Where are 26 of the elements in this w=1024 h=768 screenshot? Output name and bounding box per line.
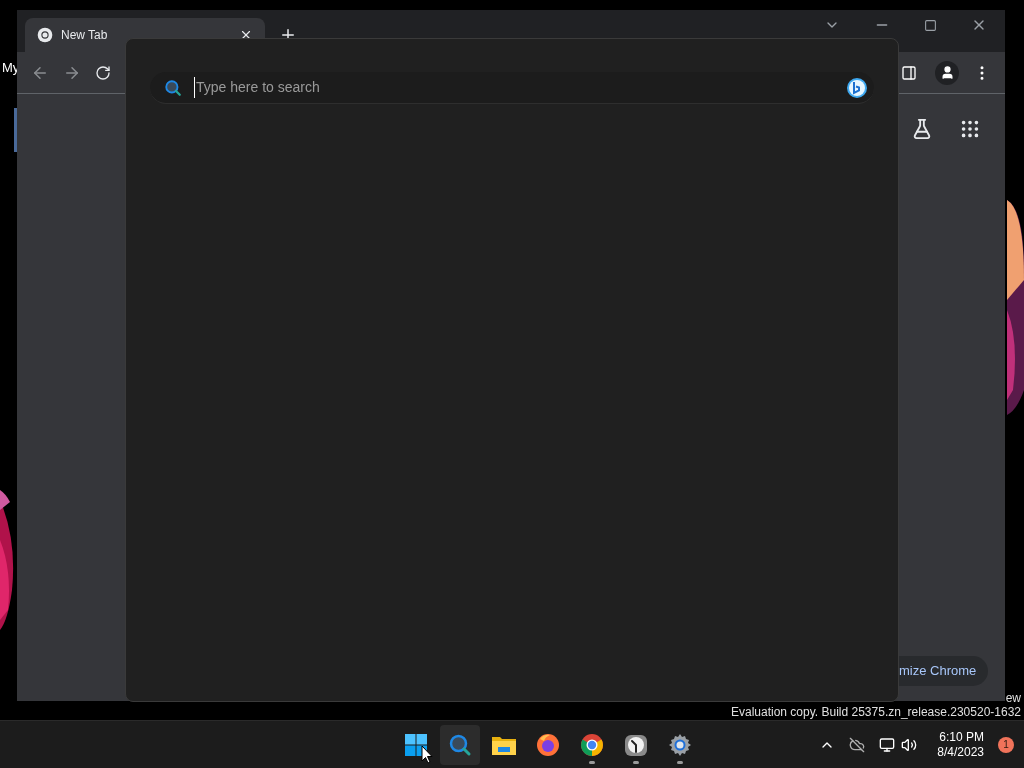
- profile-button[interactable]: [935, 60, 959, 85]
- firefox-icon: [535, 732, 560, 757]
- clock-button[interactable]: 6:10 PM 8/4/2023: [937, 729, 984, 760]
- cursor-icon: [421, 745, 433, 764]
- notification-badge[interactable]: 1: [998, 736, 1014, 753]
- evaluation-text: ew: [1005, 691, 1021, 705]
- search-input[interactable]: Type here to search: [194, 77, 834, 98]
- cloud-off-icon[interactable]: [849, 736, 866, 753]
- side-panel-icon[interactable]: [901, 64, 917, 81]
- network-icon[interactable]: [879, 736, 896, 753]
- bing-icon[interactable]: [846, 76, 868, 99]
- apps-icon[interactable]: [959, 118, 981, 140]
- flask-icon[interactable]: [911, 118, 933, 140]
- search-icon: [164, 78, 182, 97]
- chrome-icon: [579, 732, 604, 757]
- chrome-logo-icon: [37, 27, 53, 43]
- search-icon: [447, 732, 472, 757]
- settings-icon: [667, 732, 692, 757]
- reload-icon[interactable]: [95, 64, 111, 81]
- maximize-icon[interactable]: [924, 18, 937, 32]
- search-field[interactable]: Type here to search: [150, 72, 874, 104]
- volume-icon[interactable]: [901, 736, 918, 753]
- clock-icon: [623, 732, 648, 757]
- windows-logo-icon: [403, 732, 428, 757]
- evaluation-text: Evaluation copy. Build 25375.zn_release.230520-1632: [731, 705, 1021, 719]
- profile-icon: [939, 65, 955, 80]
